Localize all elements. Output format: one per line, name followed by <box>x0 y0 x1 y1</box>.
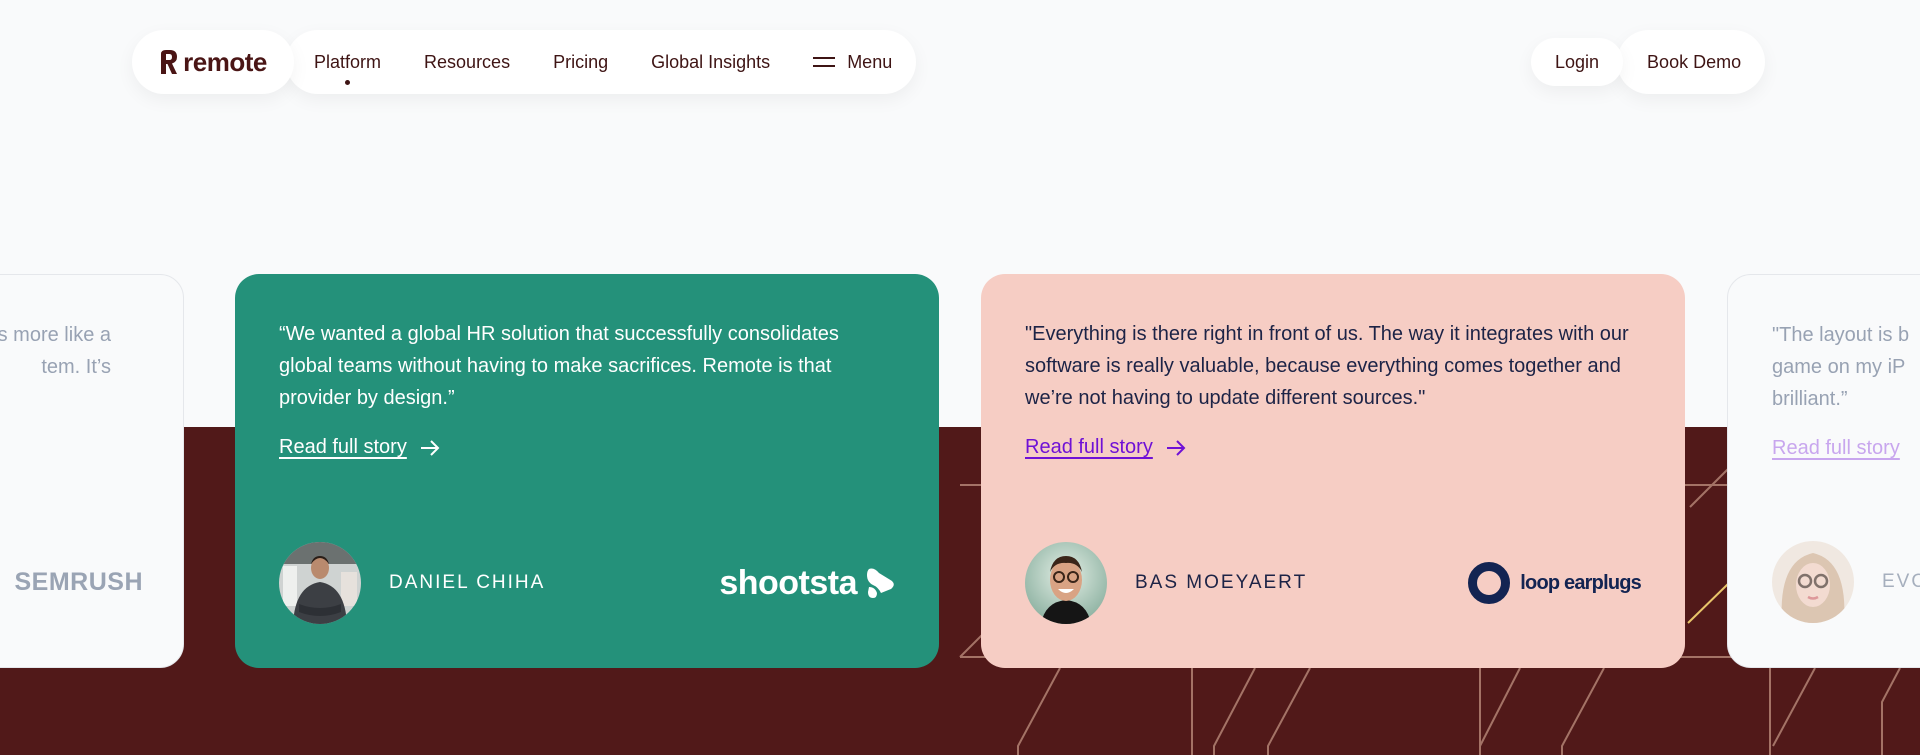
nav-link-global-insights[interactable]: Global Insights <box>651 52 770 73</box>
nav-link-platform[interactable]: Platform <box>314 51 382 85</box>
testimonial-quote: "Everything is there right in front of u… <box>1025 323 1629 409</box>
pattern-line <box>1213 667 1256 755</box>
read-full-story-link[interactable]: Read full story <box>1025 436 1641 459</box>
read-full-story-label: Read full story <box>279 436 407 458</box>
pattern-line <box>1017 667 1061 755</box>
logo-link[interactable]: remote <box>132 30 294 94</box>
testimonial-quote: "The layout is b game on my iP brilliant… <box>1772 324 1910 410</box>
read-full-story-label: Read full story <box>1772 437 1900 459</box>
company-logo-shootsta: shootsta <box>719 564 895 603</box>
avatar-evo <box>1772 541 1854 623</box>
author-name: EVO <box>1882 571 1920 592</box>
testimonial-author: DANIEL CHIHA shootsta <box>279 542 895 624</box>
remote-logo: remote <box>159 47 267 78</box>
testimonial-card-shootsta: “We wanted a global HR solution that suc… <box>235 274 939 668</box>
read-full-story-link[interactable]: Read full story <box>1772 437 1920 460</box>
testimonial-card-next[interactable]: "The layout is b game on my iP brilliant… <box>1727 274 1920 668</box>
pattern-line <box>1479 667 1521 747</box>
main-nav: remote Platform Resources Pricing Global… <box>132 30 917 94</box>
login-button[interactable]: Login <box>1531 38 1624 86</box>
active-indicator <box>345 79 351 85</box>
company-name: shootsta <box>719 563 857 602</box>
testimonial-quote: “We wanted a global HR solution that suc… <box>279 323 839 409</box>
company-logo-loop-earplugs: loop earplugs <box>1468 562 1642 604</box>
testimonial-author: EVO <box>1772 541 1920 623</box>
menu-label: Menu <box>847 51 893 72</box>
loop-ring-icon <box>1468 562 1511 604</box>
testimonial-card-semrush[interactable]: t’s more like a tem. It’s SEMRUSH <box>0 274 184 668</box>
testimonial-author: BAS MOEYAERT loop earplugs <box>1025 542 1642 624</box>
remote-r-icon <box>161 50 178 74</box>
arrow-right-icon <box>420 439 440 456</box>
testimonial-footer: SEMRUSH <box>0 541 142 623</box>
testimonial-card-loop-earplugs: "Everything is there right in front of u… <box>981 274 1685 668</box>
nav-link-label: Platform <box>314 51 382 72</box>
pattern-line <box>1881 667 1901 755</box>
nav-link-resources[interactable]: Resources <box>424 52 510 73</box>
company-logo-semrush: SEMRUSH <box>14 567 143 596</box>
pattern-line <box>1267 667 1311 755</box>
pattern-line <box>1772 667 1816 747</box>
pattern-line <box>1689 466 1731 508</box>
menu-button[interactable]: Menu <box>813 52 892 73</box>
pattern-line-accent <box>1687 581 1731 624</box>
shootsta-mark-icon <box>867 568 894 598</box>
read-full-story-label: Read full story <box>1025 436 1153 458</box>
brand-name: remote <box>183 46 267 77</box>
book-demo-label: Book Demo <box>1647 51 1742 72</box>
company-name: loop earplugs <box>1520 571 1642 594</box>
book-demo-button[interactable]: Book Demo <box>1617 30 1766 94</box>
arrow-right-icon <box>1166 439 1186 456</box>
avatar-bas-moeyaert <box>1025 542 1107 624</box>
pattern-line <box>1561 667 1605 755</box>
author-name: BAS MOEYAERT <box>1135 572 1308 593</box>
nav-links: Platform Resources Pricing Global Insigh… <box>286 30 917 94</box>
login-label: Login <box>1555 51 1600 72</box>
read-full-story-link[interactable]: Read full story <box>279 436 895 459</box>
nav-actions: Login Book Demo <box>1531 30 1766 94</box>
hamburger-icon <box>813 57 836 67</box>
nav-link-pricing[interactable]: Pricing <box>553 52 608 73</box>
avatar-daniel-chiha <box>279 542 361 624</box>
testimonial-quote: t’s more like a tem. It’s <box>0 324 111 378</box>
author-name: DANIEL CHIHA <box>389 572 546 593</box>
